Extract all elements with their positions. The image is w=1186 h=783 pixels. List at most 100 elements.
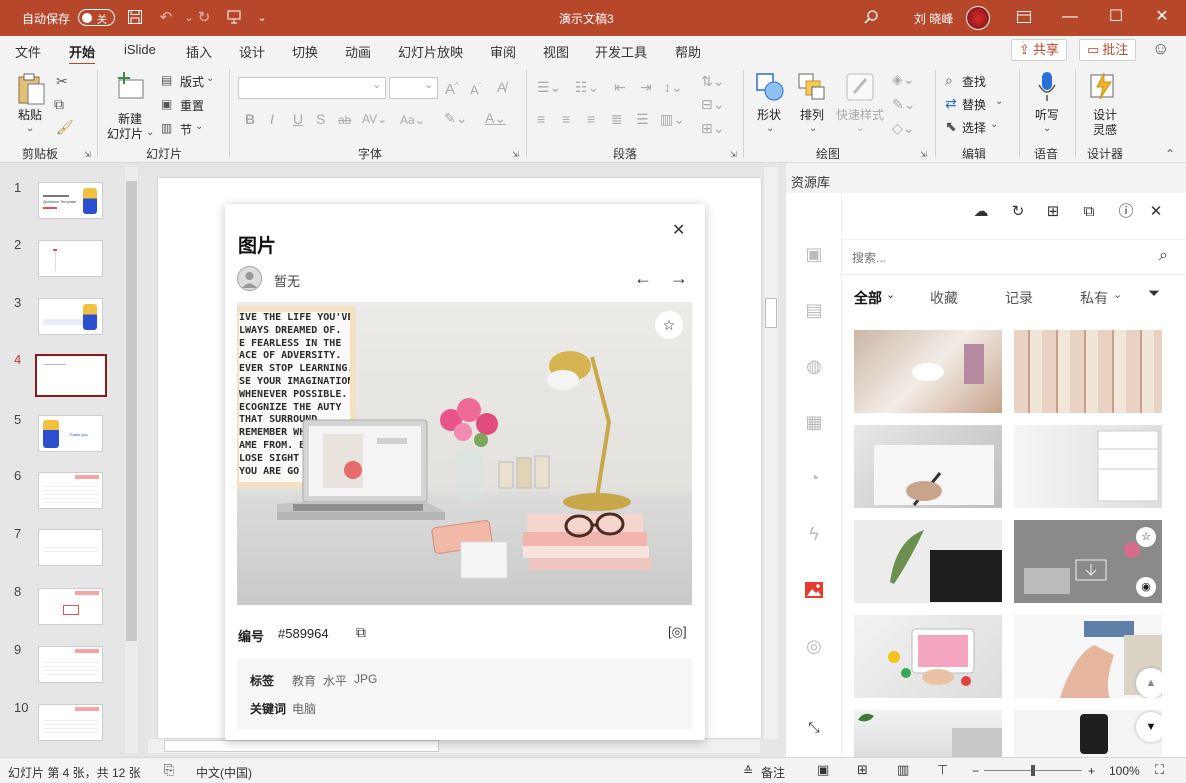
keyword-item[interactable]: 电脑	[292, 700, 316, 717]
increase-indent-icon[interactable]: ⇥	[640, 80, 652, 94]
video-category-icon[interactable]: ▣	[804, 244, 824, 264]
canvas-vertical-scrollbar[interactable]	[764, 167, 778, 739]
numbering-icon[interactable]: ☷⌄	[575, 80, 599, 94]
shapes-icon[interactable]	[756, 73, 784, 101]
new-slide-label-2[interactable]: 幻灯片	[107, 125, 143, 142]
tag-item[interactable]: 教育	[292, 672, 316, 689]
tab-view[interactable]: 视图	[543, 42, 569, 61]
paste-icon[interactable]	[16, 72, 46, 106]
next-arrow-icon[interactable]: →	[670, 268, 688, 289]
notes-button[interactable]: 备注	[761, 764, 785, 781]
resource-thumbnail[interactable]	[854, 520, 1002, 603]
close-icon[interactable]: ✕	[1139, 0, 1185, 36]
resource-thumbnail[interactable]	[1014, 425, 1162, 508]
resource-thumbnail[interactable]	[854, 330, 1002, 413]
slide-thumbnail-8[interactable]	[38, 588, 103, 625]
cut-icon[interactable]: ✂	[56, 74, 68, 88]
paragraph-launcher-icon[interactable]: ⇲	[730, 148, 737, 162]
dictate-label[interactable]: 听写	[1035, 106, 1059, 123]
shape-effects-icon[interactable]: ◇⌄	[892, 121, 915, 135]
shape-fill-icon[interactable]: ◈⌄	[892, 72, 915, 86]
microphone-icon[interactable]	[1037, 71, 1057, 103]
reading-view-icon[interactable]: ▥	[897, 762, 909, 778]
template-category-icon[interactable]: ▦	[804, 412, 824, 432]
slide-thumbnail-2[interactable]	[38, 240, 103, 277]
filter-icon[interactable]: ⏷	[1148, 286, 1160, 301]
quick-styles-label[interactable]: 快速样式	[836, 106, 884, 123]
tab-transitions[interactable]: 切换	[292, 42, 318, 61]
bold-icon[interactable]: B	[245, 112, 255, 126]
collapse-panel-icon[interactable]: ⤡	[804, 717, 824, 737]
tab-developer[interactable]: 开发工具	[595, 42, 647, 61]
spell-check-icon[interactable]: ⎘	[164, 762, 174, 778]
slideshow-view-icon[interactable]: ⊤	[937, 762, 948, 778]
font-color-icon[interactable]: A⌄	[485, 111, 506, 125]
comments-button[interactable]: ▭ 批注	[1079, 39, 1137, 61]
paste-dropdown-icon[interactable]: ⌄	[26, 122, 34, 136]
slide-thumbnail-9[interactable]	[38, 646, 103, 683]
slide-thumbnail-3[interactable]	[38, 298, 103, 335]
scan-icon[interactable]: [◎]	[668, 624, 687, 640]
notes-icon[interactable]: ≙	[743, 764, 753, 778]
strikethrough-icon[interactable]: ab	[338, 113, 351, 127]
lightning-category-icon[interactable]: ϟ	[804, 524, 824, 544]
save-icon[interactable]	[126, 9, 144, 27]
upload-cloud-icon[interactable]: ☁	[970, 201, 992, 223]
scroll-down-icon[interactable]: ▼	[1136, 712, 1162, 742]
tag-item[interactable]: JPG	[354, 672, 377, 686]
font-size-combo[interactable]: ⌄	[389, 77, 438, 99]
italic-icon[interactable]: I	[270, 112, 274, 126]
new-slide-icon[interactable]	[114, 72, 146, 102]
tab-slideshow[interactable]: 幻灯片放映	[398, 42, 463, 61]
resource-thumbnail[interactable]: ▼	[1014, 710, 1162, 757]
justify-icon[interactable]: ≣	[611, 112, 623, 126]
tab-home[interactable]: 开始	[69, 42, 96, 66]
select-button[interactable]: 选择	[962, 119, 986, 136]
tag-item[interactable]: 水平	[323, 672, 347, 689]
zoom-level[interactable]: 100%	[1109, 764, 1140, 778]
resource-thumbnail[interactable]	[854, 615, 1002, 698]
feedback-smiley-icon[interactable]: ☺	[1152, 39, 1169, 59]
tab-animations[interactable]: 动画	[345, 42, 371, 61]
section-button[interactable]: 节	[180, 121, 192, 138]
refresh-icon[interactable]: ↻	[1007, 201, 1029, 223]
tab-design[interactable]: 设计	[239, 42, 265, 61]
columns-icon[interactable]: ▥⌄	[660, 112, 685, 126]
previous-arrow-icon[interactable]: ←	[634, 268, 652, 289]
favorite-star-icon[interactable]: ☆	[655, 311, 683, 339]
designer-label-2[interactable]: 灵感	[1093, 121, 1117, 138]
clear-format-icon[interactable]: A̸	[497, 80, 506, 94]
minimize-icon[interactable]: —	[1047, 0, 1093, 36]
highlight-icon[interactable]: ✎⌄	[444, 111, 467, 125]
tab-file[interactable]: 文件	[15, 42, 41, 61]
tab-islide[interactable]: iSlide	[124, 42, 156, 57]
copy-icon[interactable]: ⧉	[54, 97, 64, 111]
resource-thumbnail-hovered[interactable]: ☆ ◉	[1014, 520, 1162, 603]
ribbon-display-options-icon[interactable]	[1001, 0, 1047, 36]
fit-to-window-icon[interactable]: ⛶	[1155, 762, 1164, 778]
slide-thumbnail-10[interactable]	[38, 704, 103, 741]
filter-all[interactable]: 全部	[854, 288, 882, 308]
canvas-vertical-scroll-thumb[interactable]	[765, 298, 777, 328]
smartart-icon[interactable]: ⊞⌄	[701, 121, 724, 135]
resource-search-input[interactable]	[852, 248, 1132, 268]
switch-icon[interactable]: ⧉	[1078, 201, 1100, 223]
resource-thumbnail[interactable]	[1014, 330, 1162, 413]
maximize-icon[interactable]: ☐	[1093, 0, 1139, 36]
shape-outline-icon[interactable]: ✎⌄	[892, 97, 915, 111]
paste-label[interactable]: 粘贴	[18, 106, 42, 123]
search-icon[interactable]	[862, 9, 880, 27]
normal-view-icon[interactable]: ▣	[817, 762, 829, 778]
char-spacing-icon[interactable]: AV⌄	[362, 112, 387, 126]
preview-eye-icon[interactable]: ◉	[1136, 577, 1156, 597]
autosave-toggle[interactable]: 关	[78, 9, 115, 26]
shadow-icon[interactable]: S	[316, 112, 325, 126]
tab-review[interactable]: 审阅	[490, 42, 516, 61]
user-name[interactable]: 刘 晓峰	[914, 10, 953, 27]
canvas-horizontal-scroll-thumb[interactable]	[164, 740, 439, 752]
arrange-label[interactable]: 排列	[800, 106, 824, 123]
zoom-in-icon[interactable]: +	[1088, 764, 1095, 778]
panel-close-icon[interactable]: ✕	[672, 220, 685, 240]
copy-id-icon[interactable]: ⧉	[356, 624, 366, 641]
filter-history[interactable]: 记录	[1005, 288, 1033, 308]
